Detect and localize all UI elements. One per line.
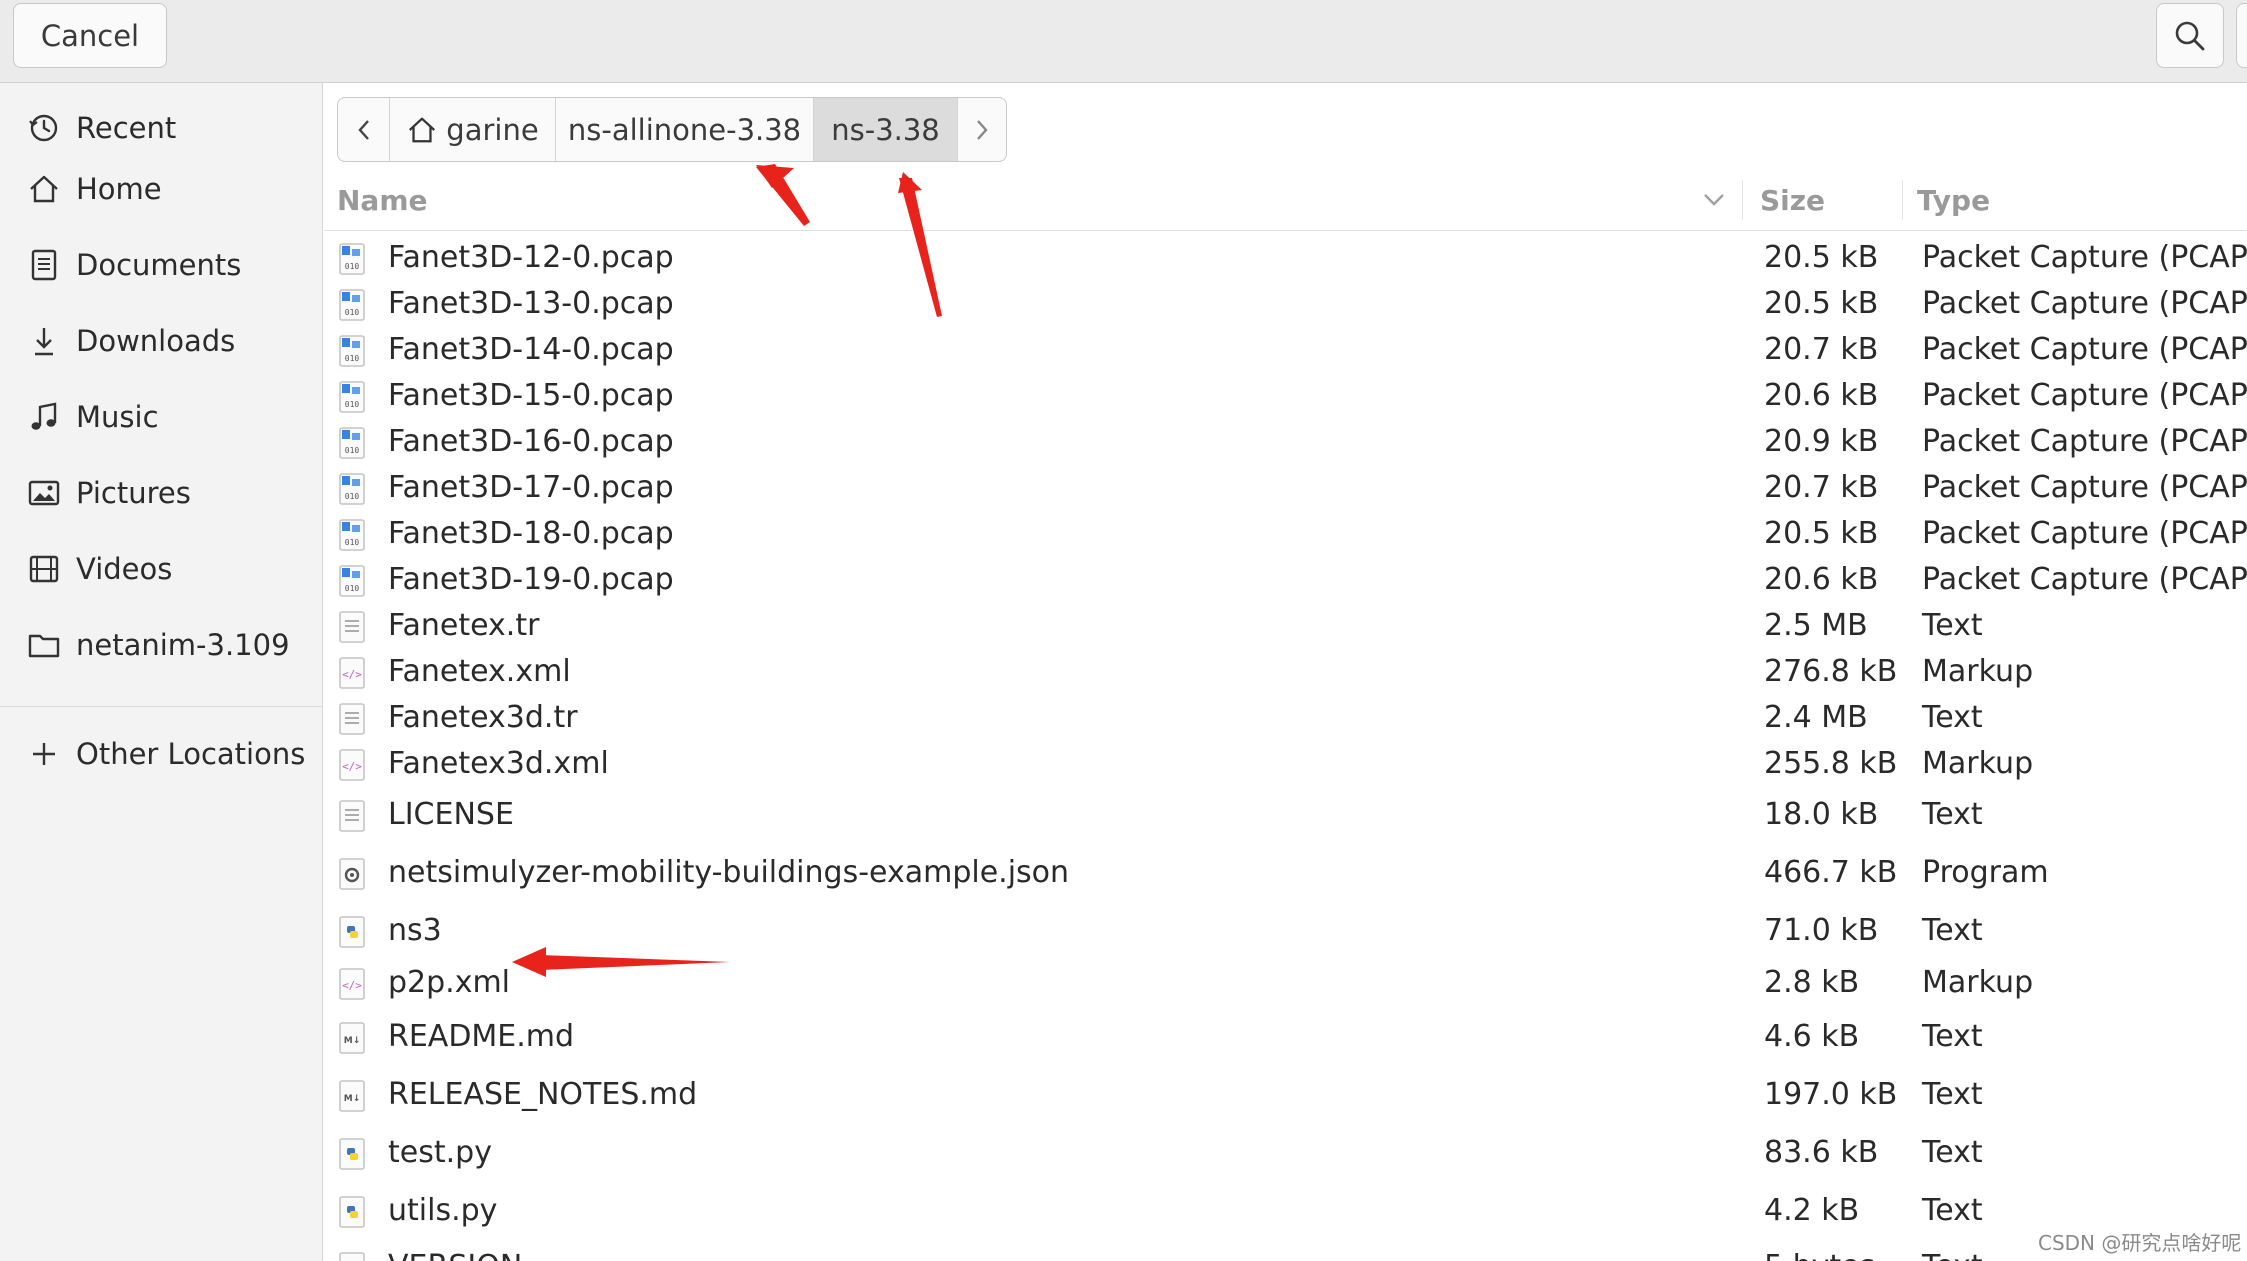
annotation-arrows <box>512 164 942 977</box>
annotation-arrow-ns338 <box>899 178 942 317</box>
annotation-arrow-p2p-head <box>512 947 546 977</box>
annotation-arrow-p2p <box>540 955 730 970</box>
annotation-arrow-allinone-head <box>756 165 794 188</box>
watermark: CSDN @研究点啥好呢 <box>2038 1231 2242 1255</box>
annotation-arrow-ns338-head <box>898 172 922 193</box>
